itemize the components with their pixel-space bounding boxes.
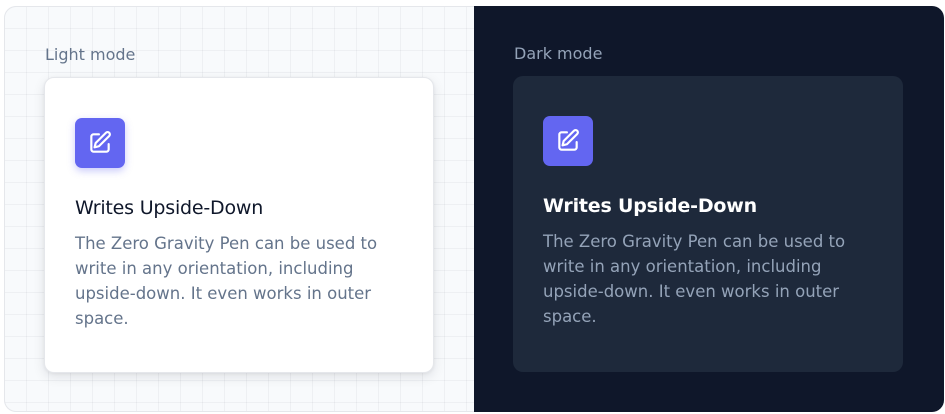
feature-card-light: Writes Upside-Down The Zero Gravity Pen … — [44, 77, 434, 373]
pencil-square-icon — [90, 131, 111, 153]
card-description: The Zero Gravity Pen can be used to writ… — [75, 234, 378, 328]
pencil-square-icon — [558, 129, 579, 151]
light-mode-label: Light mode — [45, 45, 136, 64]
card-title: Writes Upside-Down — [75, 197, 264, 219]
preview-frame: Light mode Writes Upside-Down The Zero G… — [4, 6, 944, 412]
dark-mode-panel: Dark mode Writes Upside-Down The Zero Gr… — [474, 6, 944, 412]
icon-tile — [75, 118, 125, 168]
light-mode-panel: Light mode Writes Upside-Down The Zero G… — [4, 6, 474, 412]
dark-mode-label: Dark mode — [514, 44, 603, 63]
card-description: The Zero Gravity Pen can be used to writ… — [543, 232, 846, 326]
feature-card-dark: Writes Upside-Down The Zero Gravity Pen … — [513, 76, 903, 372]
icon-tile — [543, 116, 593, 166]
card-title: Writes Upside-Down — [543, 195, 757, 217]
